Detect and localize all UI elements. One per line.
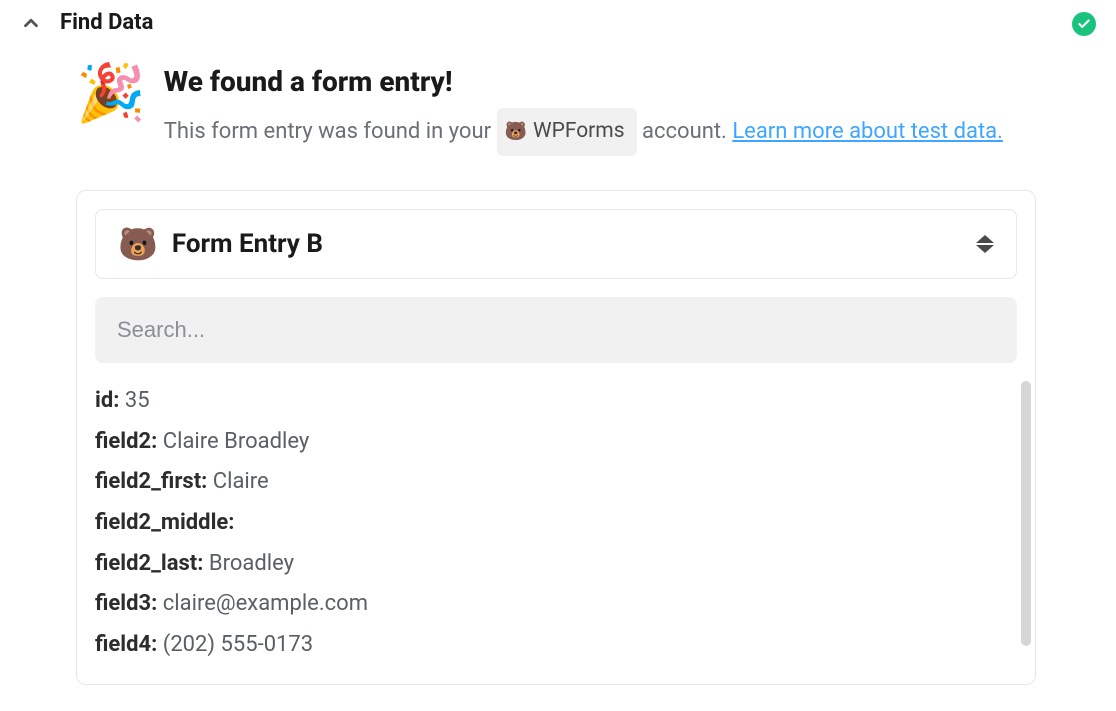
- party-popper-icon: 🎉: [76, 65, 146, 156]
- field-value: claire@example.com: [157, 591, 368, 616]
- field-row: field2: Claire Broadley: [95, 422, 1005, 463]
- field-row: field2_last: Broadley: [95, 544, 1005, 585]
- field-key: field2_last:: [95, 551, 203, 576]
- found-entry-message: 🎉 We found a form entry! This form entry…: [76, 65, 1096, 156]
- search-input[interactable]: [117, 317, 995, 343]
- field-row: field4: (202) 555-0173: [95, 625, 1005, 666]
- field-row: id: 35: [95, 381, 1005, 422]
- field-row: field3: claire@example.com: [95, 584, 1005, 625]
- found-desc-prefix: This form entry was found in your: [164, 119, 497, 144]
- field-key: field2_first:: [95, 469, 207, 494]
- field-row: field2_middle:: [95, 503, 1005, 544]
- wpforms-tag: 🐻 WPForms: [497, 108, 637, 156]
- field-key: field2_middle:: [95, 510, 234, 535]
- section-title: Find Data: [60, 10, 153, 35]
- field-key: field2:: [95, 429, 157, 454]
- learn-more-link[interactable]: Learn more about test data.: [732, 119, 1003, 144]
- section-header: Find Data: [20, 10, 1096, 35]
- sort-caret-icon: [976, 235, 994, 253]
- field-key: field4:: [95, 632, 157, 657]
- field-value: Broadley: [203, 551, 294, 576]
- field-value: (202) 555-0173: [157, 632, 313, 657]
- field-key: field3:: [95, 591, 157, 616]
- success-check-icon: [1072, 12, 1096, 36]
- wpforms-tag-label: WPForms: [533, 112, 625, 152]
- field-key: id:: [95, 388, 119, 413]
- found-text-block: We found a form entry! This form entry w…: [164, 65, 1016, 156]
- scrollbar-thumb[interactable]: [1021, 381, 1031, 646]
- bear-icon: 🐻: [118, 228, 158, 260]
- form-entry-selector-label: Form Entry B: [172, 229, 962, 259]
- bear-icon: 🐻: [505, 123, 527, 141]
- form-data-panel: 🐻 Form Entry B id: 35field2: Claire Broa…: [76, 190, 1036, 685]
- field-value: Claire Broadley: [157, 429, 309, 454]
- found-description: This form entry was found in your 🐻 WPFo…: [164, 108, 1016, 156]
- fields-list: id: 35field2: Claire Broadleyfield2_firs…: [95, 381, 1017, 666]
- chevron-up-icon[interactable]: [20, 12, 42, 34]
- field-value: Claire: [207, 469, 268, 494]
- found-desc-suffix: account.: [642, 119, 732, 144]
- field-row: field2_first: Claire: [95, 462, 1005, 503]
- found-heading: We found a form entry!: [164, 65, 1016, 98]
- search-box: [95, 297, 1017, 363]
- field-value: 35: [119, 388, 149, 413]
- form-entry-selector[interactable]: 🐻 Form Entry B: [95, 209, 1017, 279]
